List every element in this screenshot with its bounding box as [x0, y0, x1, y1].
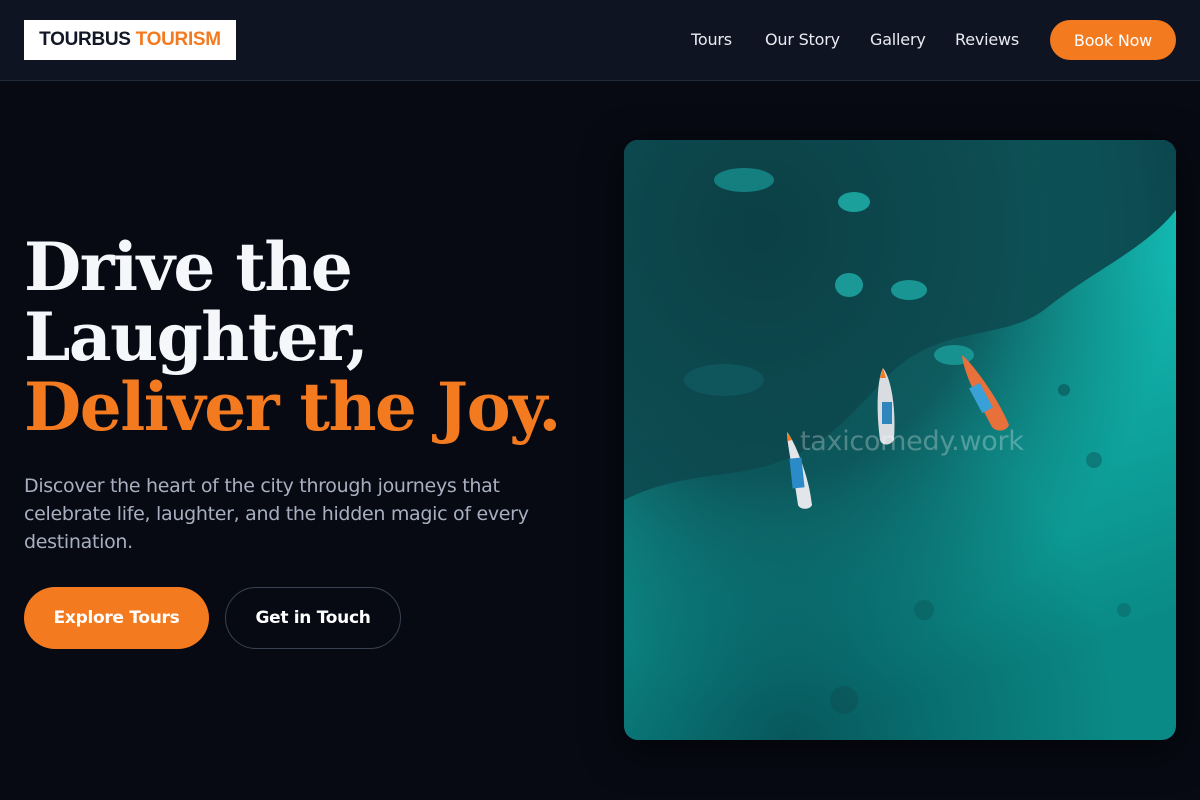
- nav-link-reviews[interactable]: Reviews: [955, 30, 1019, 49]
- hero-description: Discover the heart of the city through j…: [24, 475, 529, 553]
- book-now-button[interactable]: Book Now: [1050, 20, 1176, 60]
- hero-title-line1: Drive the: [24, 228, 353, 306]
- explore-tours-button[interactable]: Explore Tours: [24, 587, 209, 649]
- hero-image: taxicomedy.work: [624, 140, 1176, 740]
- hero-title-line2: Laughter,: [24, 298, 369, 376]
- navbar: TOURBUS TOURISM Tours Our Story Gallery …: [0, 0, 1200, 81]
- brand-logo[interactable]: TOURBUS TOURISM: [24, 20, 236, 60]
- get-in-touch-button[interactable]: Get in Touch: [225, 587, 401, 649]
- nav-link-our-story[interactable]: Our Story: [765, 30, 840, 49]
- brand-name-part2: TOURISM: [135, 29, 221, 50]
- brand-name-part1: TOURBUS: [39, 29, 131, 50]
- image-watermark: taxicomedy.work: [800, 426, 1024, 457]
- hero-title-line3: Deliver the Joy.: [24, 368, 561, 446]
- nav-link-gallery[interactable]: Gallery: [870, 30, 926, 49]
- hero-title: Drive the Laughter, Deliver the Joy.: [24, 232, 584, 442]
- nav-link-tours[interactable]: Tours: [691, 30, 732, 49]
